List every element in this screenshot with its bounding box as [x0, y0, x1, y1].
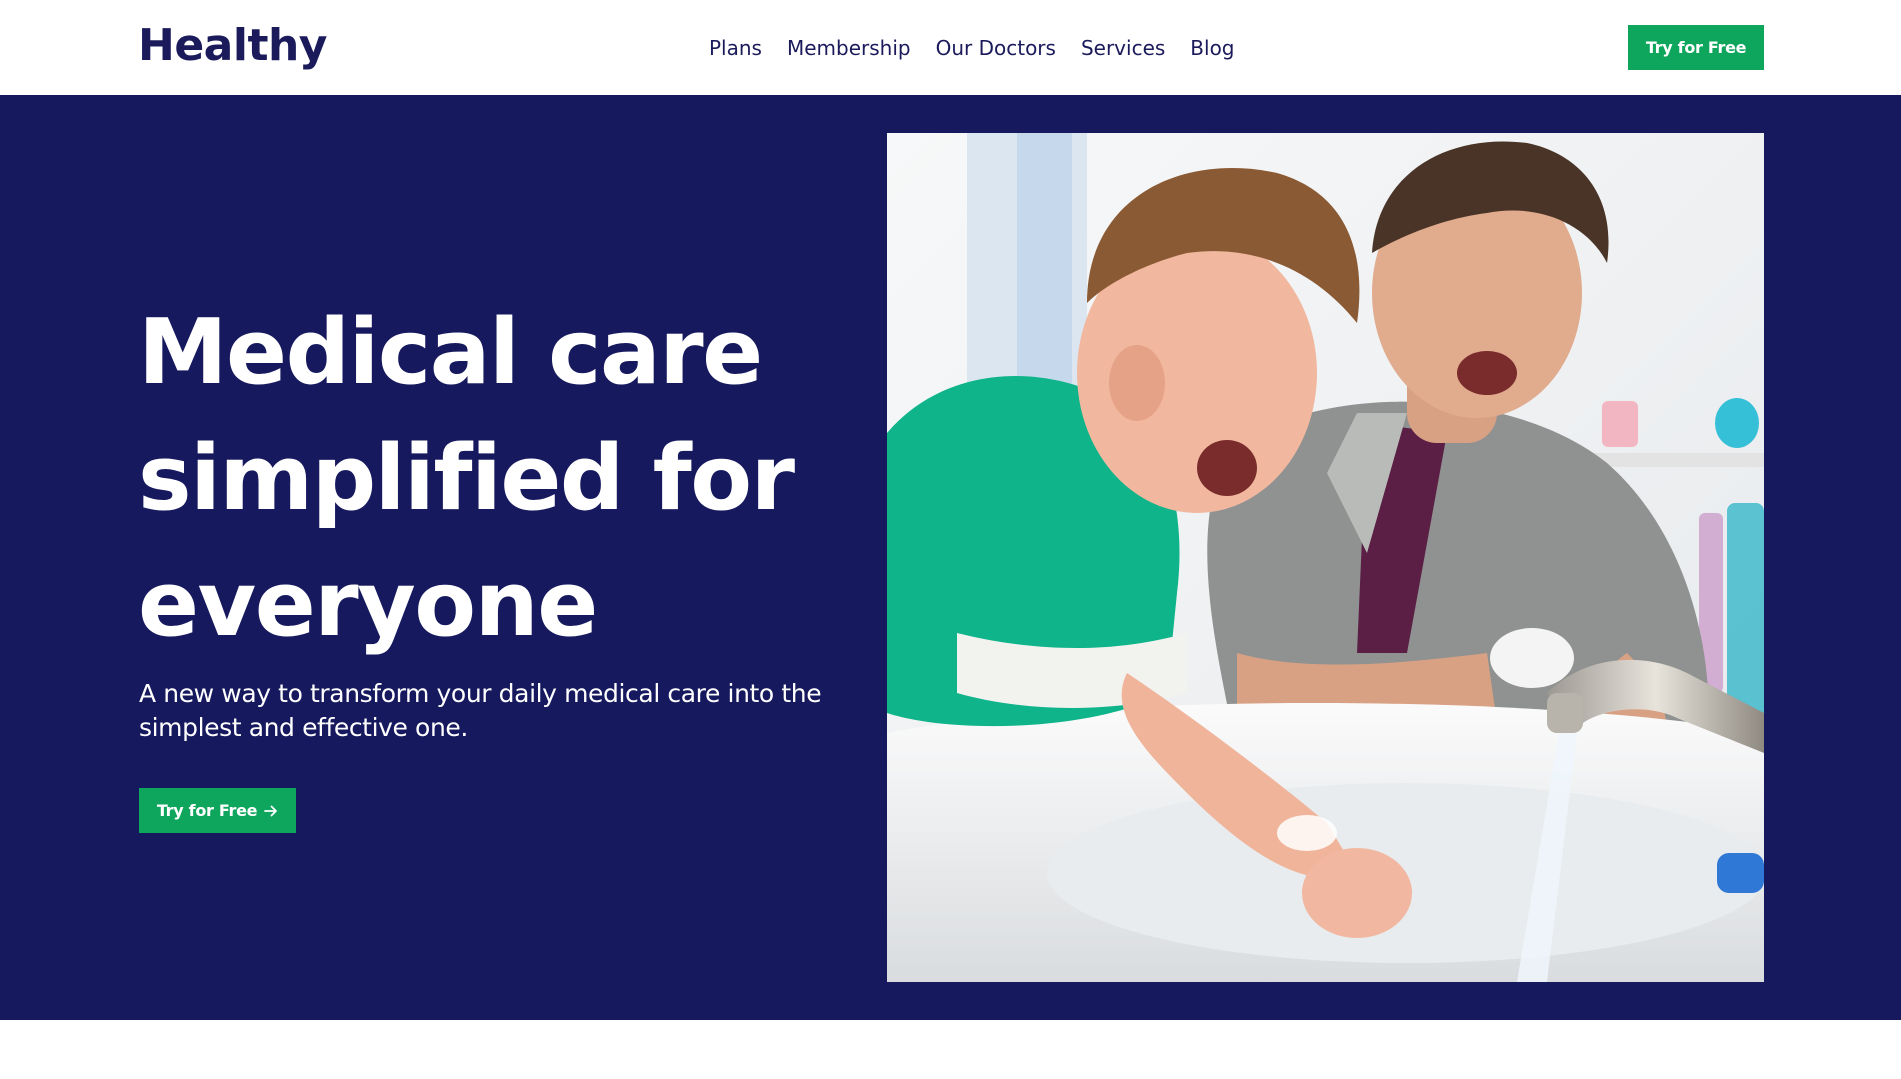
arrow-right-icon	[264, 805, 278, 816]
hero-title: Medical care simplified for everyone	[138, 290, 898, 668]
nav-link-blog[interactable]: Blog	[1190, 34, 1234, 62]
hero-try-for-free-button[interactable]: Try for Free	[139, 788, 296, 833]
father-son-handwashing-illustration	[887, 133, 1764, 982]
hero-title-line-1: Medical care	[138, 300, 763, 405]
nav-link-services[interactable]: Services	[1081, 34, 1165, 62]
header-try-for-free-button[interactable]: Try for Free	[1628, 25, 1764, 70]
hero-title-line-2: simplified for	[138, 426, 795, 531]
header-cta-label: Try for Free	[1645, 38, 1747, 57]
hero-section: Medical care simplified for everyone A n…	[0, 95, 1901, 1020]
main-nav: Plans Membership Our Doctors Services Bl…	[709, 34, 1235, 62]
nav-link-plans[interactable]: Plans	[709, 34, 762, 62]
hero-title-line-3: everyone	[138, 552, 598, 657]
next-section-start	[0, 1020, 1901, 1079]
hero-subtitle: A new way to transform your daily medica…	[139, 679, 822, 742]
site-header: Healthy Plans Membership Our Doctors Ser…	[0, 0, 1901, 95]
logo[interactable]: Healthy	[138, 18, 327, 74]
nav-link-membership[interactable]: Membership	[787, 34, 911, 62]
hero-cta-label: Try for Free	[156, 801, 258, 820]
hero-photo	[887, 133, 1764, 982]
nav-link-our-doctors[interactable]: Our Doctors	[936, 34, 1056, 62]
